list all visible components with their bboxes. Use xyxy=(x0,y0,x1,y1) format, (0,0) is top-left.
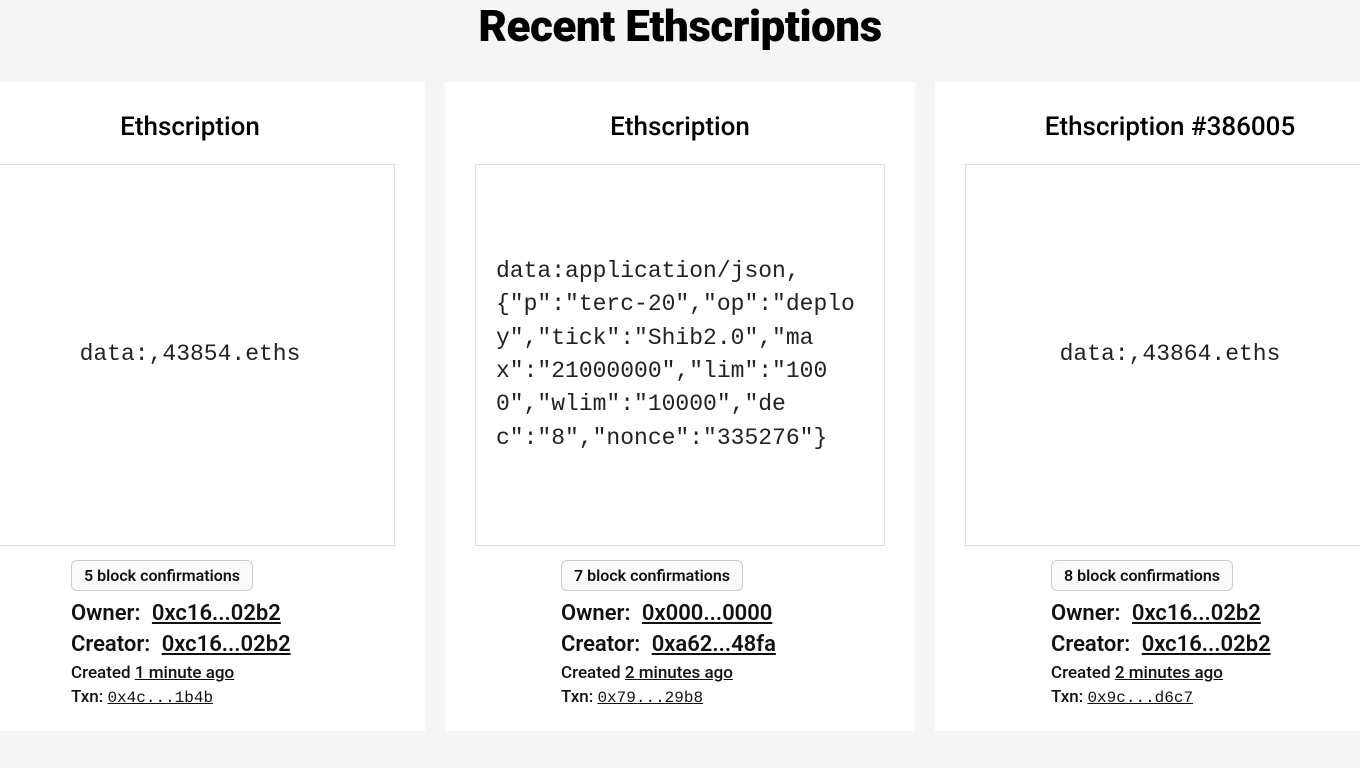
owner-link[interactable]: 0xc16...02b2 xyxy=(152,601,281,626)
confirmations-badge: 5 block confirmations xyxy=(71,560,253,591)
card-title: Ethscription #386005 xyxy=(965,112,1360,142)
created-line: Created 2 minutes ago xyxy=(561,663,885,683)
content-text: data:,43854.eths xyxy=(6,338,374,371)
creator-line: Creator: 0xc16...02b2 xyxy=(1051,632,1360,657)
txn-link[interactable]: 0x9c...d6c7 xyxy=(1087,689,1193,707)
creator-label: Creator: xyxy=(71,632,150,657)
owner-line: Owner: 0xc16...02b2 xyxy=(1051,601,1360,626)
creator-line: Creator: 0xc16...02b2 xyxy=(71,632,395,657)
txn-line: Txn: 0x79...29b8 xyxy=(561,687,885,707)
owner-line: Owner: 0xc16...02b2 xyxy=(71,601,395,626)
confirmations-badge: 8 block confirmations xyxy=(1051,560,1233,591)
meta-block: 8 block confirmations Owner: 0xc16...02b… xyxy=(965,560,1360,707)
owner-line: Owner: 0x000...0000 xyxy=(561,601,885,626)
content-text: data:,43864.eths xyxy=(986,338,1354,371)
cards-row: Ethscription data:,43854.eths 5 block co… xyxy=(0,82,1360,731)
ethscription-card[interactable]: Ethscription #386005 data:,43864.eths 8 … xyxy=(935,82,1360,731)
owner-label: Owner: xyxy=(71,601,140,626)
creator-label: Creator: xyxy=(1051,632,1130,657)
owner-link[interactable]: 0xc16...02b2 xyxy=(1132,601,1261,626)
created-line: Created 1 minute ago xyxy=(71,663,395,683)
created-time-link[interactable]: 1 minute ago xyxy=(135,663,234,683)
created-label: Created xyxy=(561,663,621,683)
txn-link[interactable]: 0x4c...1b4b xyxy=(107,689,213,707)
meta-block: 5 block confirmations Owner: 0xc16...02b… xyxy=(0,560,395,707)
card-title: Ethscription xyxy=(475,112,885,142)
created-time-link[interactable]: 2 minutes ago xyxy=(625,663,733,683)
creator-link[interactable]: 0xc16...02b2 xyxy=(1142,632,1271,657)
created-label: Created xyxy=(1051,663,1111,683)
content-box: data:,43864.eths xyxy=(965,164,1360,546)
owner-label: Owner: xyxy=(561,601,630,626)
content-box: data:,43854.eths xyxy=(0,164,395,546)
page-title: Recent Ethscriptions xyxy=(0,0,1360,82)
txn-label: Txn: xyxy=(71,687,103,707)
owner-label: Owner: xyxy=(1051,601,1120,626)
created-time-link[interactable]: 2 minutes ago xyxy=(1115,663,1223,683)
confirmations-badge: 7 block confirmations xyxy=(561,560,743,591)
txn-label: Txn: xyxy=(1051,687,1083,707)
content-text: data:application/json,{"p":"terc-20","op… xyxy=(496,255,864,455)
card-title: Ethscription xyxy=(0,112,395,142)
created-label: Created xyxy=(71,663,131,683)
creator-link[interactable]: 0xc16...02b2 xyxy=(162,632,291,657)
owner-link[interactable]: 0x000...0000 xyxy=(642,601,772,626)
ethscription-card[interactable]: Ethscription data:,43854.eths 5 block co… xyxy=(0,82,425,731)
creator-link[interactable]: 0xa62...48fa xyxy=(652,632,776,657)
txn-line: Txn: 0x4c...1b4b xyxy=(71,687,395,707)
meta-block: 7 block confirmations Owner: 0x000...000… xyxy=(475,560,885,707)
content-box: data:application/json,{"p":"terc-20","op… xyxy=(475,164,885,546)
creator-label: Creator: xyxy=(561,632,640,657)
created-line: Created 2 minutes ago xyxy=(1051,663,1360,683)
ethscription-card[interactable]: Ethscription data:application/json,{"p":… xyxy=(445,82,915,731)
creator-line: Creator: 0xa62...48fa xyxy=(561,632,885,657)
txn-line: Txn: 0x9c...d6c7 xyxy=(1051,687,1360,707)
txn-link[interactable]: 0x79...29b8 xyxy=(597,689,703,707)
txn-label: Txn: xyxy=(561,687,593,707)
